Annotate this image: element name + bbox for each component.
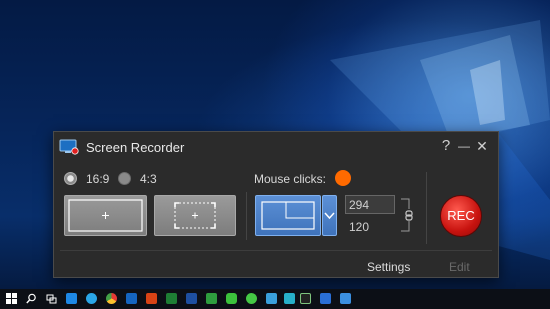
width-field[interactable]: 294: [345, 195, 395, 214]
chain-link-icon[interactable]: [399, 198, 413, 232]
full-screen-icon: [68, 199, 143, 232]
screen-recorder-icon[interactable]: [320, 293, 331, 304]
settings-link[interactable]: Settings: [367, 260, 410, 274]
window-title: Screen Recorder: [86, 140, 185, 155]
close-button[interactable]: ✕: [474, 138, 490, 155]
region-preset-dropdown[interactable]: [322, 195, 337, 236]
title-bar[interactable]: Screen Recorder ? — ✕: [54, 132, 498, 162]
green-app-icon[interactable]: [206, 293, 217, 304]
green-circle-icon[interactable]: [246, 293, 257, 304]
task-view-icon[interactable]: [46, 293, 57, 304]
rec-button[interactable]: REC: [440, 195, 482, 237]
region-preset-button[interactable]: [255, 195, 321, 236]
custom-region-icon: [174, 202, 216, 229]
cyan-app-icon[interactable]: [284, 293, 295, 304]
screen-recorder-window: Screen Recorder ? — ✕ 16:9 4:3 Mouse cli…: [53, 131, 499, 278]
excel-icon[interactable]: [166, 293, 177, 304]
chrome-icon[interactable]: [106, 293, 117, 304]
aspect-4-3-radio[interactable]: [118, 172, 131, 185]
minimize-button[interactable]: —: [456, 139, 472, 153]
aspect-4-3-label: 4:3: [140, 172, 157, 186]
custom-area-button[interactable]: [154, 195, 236, 236]
aspect-16-9-radio[interactable]: [64, 172, 77, 185]
ie-icon[interactable]: [86, 293, 97, 304]
vertical-divider: [426, 172, 427, 244]
mouse-clicks-color-swatch[interactable]: [335, 170, 351, 186]
edit-link[interactable]: Edit: [449, 260, 470, 274]
screen-recorder-app-icon: [59, 139, 79, 155]
terminal-icon[interactable]: [300, 293, 311, 304]
help-button[interactable]: ?: [438, 137, 454, 154]
vertical-divider: [246, 192, 247, 240]
edge-icon[interactable]: [66, 293, 77, 304]
line-icon[interactable]: [226, 293, 237, 304]
chevron-down-icon: [324, 212, 335, 220]
powerpoint-icon[interactable]: [146, 293, 157, 304]
height-field[interactable]: 120: [349, 220, 369, 234]
windows-start-icon[interactable]: [6, 293, 17, 304]
search-icon[interactable]: [26, 293, 37, 304]
full-screen-area-button[interactable]: [64, 195, 147, 236]
outlook-icon[interactable]: [126, 293, 137, 304]
word-icon[interactable]: [186, 293, 197, 304]
app-icon[interactable]: [340, 293, 351, 304]
horizontal-divider: [60, 250, 492, 251]
video-app-icon[interactable]: [266, 293, 277, 304]
taskbar: [0, 289, 550, 309]
region-preset-icon: [261, 201, 315, 230]
mouse-clicks-label: Mouse clicks:: [254, 172, 327, 186]
aspect-16-9-label: 16:9: [86, 172, 110, 186]
